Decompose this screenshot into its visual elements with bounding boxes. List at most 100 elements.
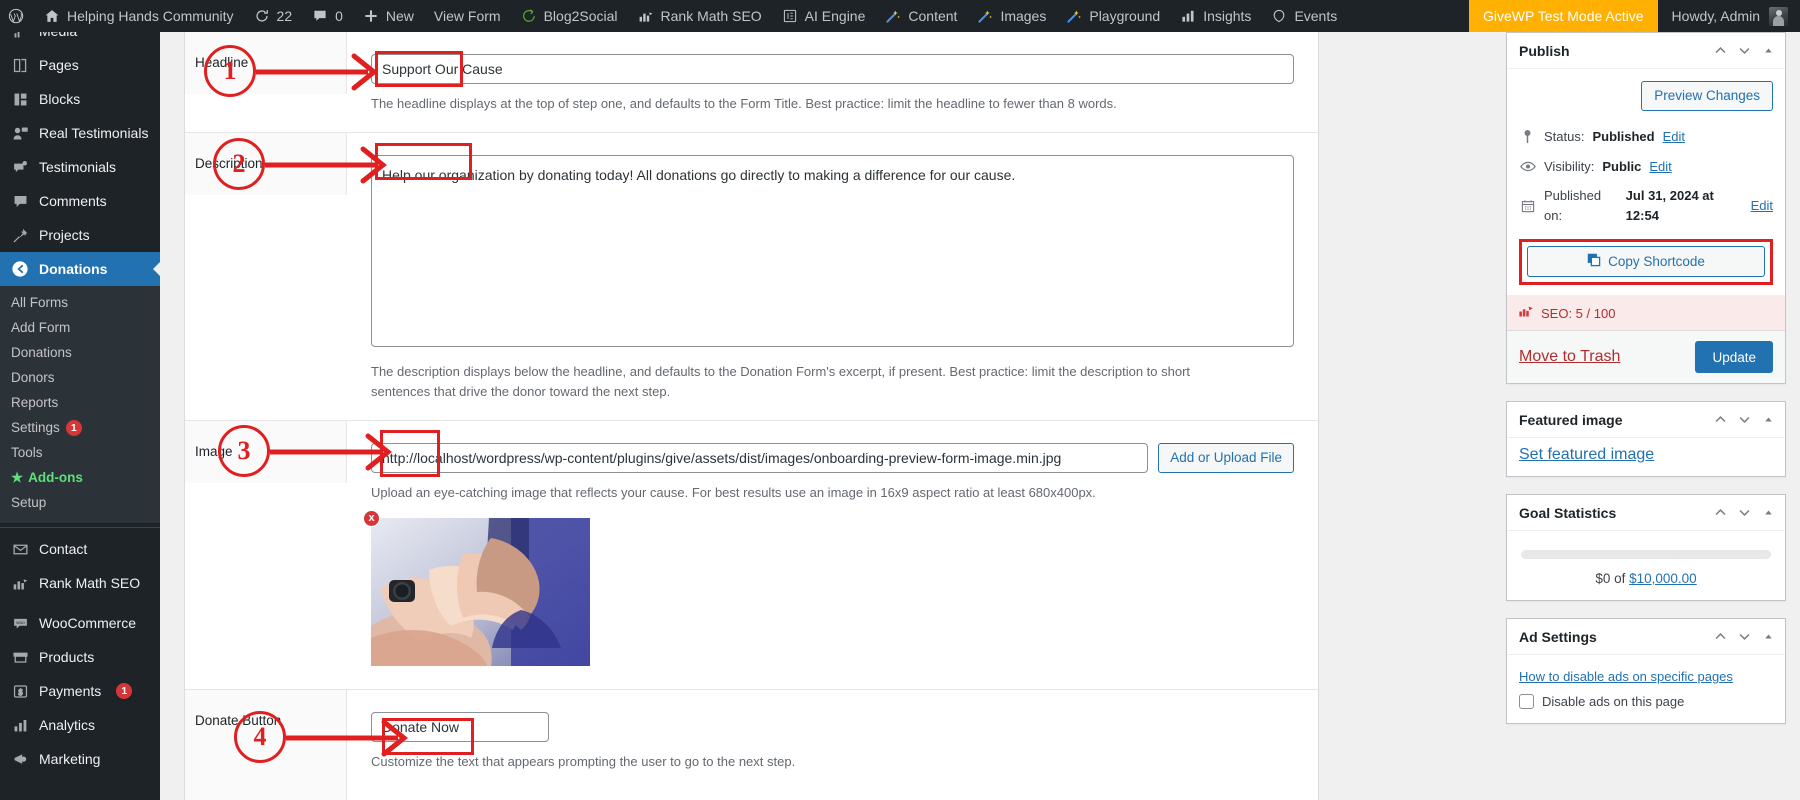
magic-wand-icon bbox=[1066, 8, 1082, 24]
image-url-input[interactable] bbox=[371, 443, 1149, 474]
sidebar-item-media[interactable]: Media bbox=[0, 32, 160, 48]
update-button[interactable]: Update bbox=[1695, 341, 1773, 373]
published-on-row: Published on: Jul 31, 2024 at 12:54 Edit bbox=[1519, 181, 1773, 230]
sidebar-item-testimonials[interactable]: Testimonials bbox=[0, 150, 160, 184]
comments-count: 0 bbox=[335, 8, 343, 24]
rank-math-menu[interactable]: Rank Math SEO bbox=[628, 0, 772, 32]
published-edit-link[interactable]: Edit bbox=[1751, 196, 1773, 216]
status-edit-link[interactable]: Edit bbox=[1663, 127, 1685, 147]
sidebar-item-woocommerce[interactable]: woo WooCommerce bbox=[0, 606, 160, 640]
payments-badge: 1 bbox=[116, 683, 133, 699]
toggle-panel-icon[interactable] bbox=[1762, 413, 1775, 426]
field-row-description: Description The description displays bel… bbox=[185, 133, 1318, 422]
submenu-item-add-form[interactable]: Add Form bbox=[0, 315, 160, 340]
content-menu[interactable]: Content bbox=[875, 0, 967, 32]
images-menu[interactable]: Images bbox=[967, 0, 1056, 32]
move-up-icon[interactable] bbox=[1714, 413, 1727, 426]
goal-statistics-title: Goal Statistics bbox=[1519, 504, 1617, 521]
description-help-text: The description displays below the headl… bbox=[371, 364, 1191, 400]
sidebar-item-analytics[interactable]: Analytics bbox=[0, 708, 160, 742]
set-featured-image-link[interactable]: Set featured image bbox=[1519, 446, 1654, 463]
magic-wand-icon bbox=[977, 8, 993, 24]
move-down-icon[interactable] bbox=[1738, 44, 1751, 57]
image-label: Image bbox=[195, 444, 233, 460]
donate-button-text-input[interactable] bbox=[371, 711, 549, 742]
donate-button-label: Donate Button bbox=[195, 712, 282, 728]
submenu-item-setup[interactable]: Setup bbox=[0, 490, 160, 515]
image-help-text: Upload an eye-catching image that reflec… bbox=[371, 485, 1096, 501]
sidebar-item-rank-math-seo[interactable]: Rank Math SEO bbox=[0, 566, 160, 600]
move-up-icon[interactable] bbox=[1714, 506, 1727, 519]
sidebar-item-marketing[interactable]: Marketing bbox=[0, 742, 160, 776]
givewp-test-mode-badge[interactable]: GiveWP Test Mode Active bbox=[1468, 0, 1658, 32]
preview-changes-button[interactable]: Preview Changes bbox=[1641, 81, 1773, 111]
submenu-item-donations[interactable]: Donations bbox=[0, 340, 160, 365]
wordpress-logo-menu[interactable] bbox=[0, 0, 34, 32]
site-name-menu[interactable]: Helping Hands Community bbox=[34, 0, 244, 32]
donate-button-help-text: Customize the text that appears promptin… bbox=[371, 753, 796, 769]
disable-ads-help-link[interactable]: How to disable ads on specific pages bbox=[1519, 665, 1773, 694]
featured-image-body: Set featured image bbox=[1507, 438, 1785, 476]
headline-input[interactable] bbox=[371, 54, 1294, 84]
events-menu[interactable]: Events bbox=[1261, 0, 1347, 32]
sidebar-item-products[interactable]: Products bbox=[0, 640, 160, 674]
published-value: Jul 31, 2024 at 12:54 bbox=[1625, 188, 1714, 223]
sidebar-item-contact[interactable]: Contact bbox=[0, 532, 160, 566]
blog2social-menu[interactable]: Blog2Social bbox=[511, 0, 628, 32]
sidebar-item-payments[interactable]: $ Payments 1 bbox=[0, 674, 160, 708]
sidebar-item-real-testimonials[interactable]: Real Testimonials bbox=[0, 116, 160, 150]
form-settings-panel: Headline The headline displays at the to… bbox=[184, 32, 1319, 800]
envelope-icon bbox=[10, 539, 30, 559]
submenu-item-addons[interactable]: ★ Add-ons bbox=[0, 465, 160, 490]
add-or-upload-file-button[interactable]: Add or Upload File bbox=[1158, 443, 1294, 474]
goal-target[interactable]: $10,000.00 bbox=[1629, 571, 1697, 586]
sidebar-label: Blocks bbox=[39, 91, 81, 107]
ai-engine-menu[interactable]: AI Engine bbox=[772, 0, 876, 32]
move-to-trash-link[interactable]: Move to Trash bbox=[1519, 348, 1620, 366]
goal-statistics-box: Goal Statistics $0 of $10,000.00 bbox=[1506, 494, 1786, 601]
sidebar-item-blocks[interactable]: Blocks bbox=[0, 82, 160, 116]
insights-menu[interactable]: Insights bbox=[1170, 0, 1261, 32]
sidebar-item-comments[interactable]: Comments bbox=[0, 184, 160, 218]
sidebar-item-pages[interactable]: Pages bbox=[0, 48, 160, 82]
featured-image-title: Featured image bbox=[1519, 411, 1623, 428]
toggle-panel-icon[interactable] bbox=[1762, 630, 1775, 643]
submenu-item-settings[interactable]: Settings 1 bbox=[0, 415, 160, 440]
goal-amount-row: $0 of $10,000.00 bbox=[1519, 571, 1773, 590]
move-up-icon[interactable] bbox=[1714, 630, 1727, 643]
plus-icon bbox=[363, 8, 379, 24]
pin-icon bbox=[1519, 129, 1536, 144]
publish-box-controls bbox=[1714, 44, 1775, 57]
comments-menu[interactable]: 0 bbox=[302, 0, 353, 32]
remove-image-icon[interactable]: x bbox=[363, 509, 380, 527]
submenu-item-tools[interactable]: Tools bbox=[0, 440, 160, 465]
toggle-panel-icon[interactable] bbox=[1762, 44, 1775, 57]
submenu-item-reports[interactable]: Reports bbox=[0, 390, 160, 415]
move-down-icon[interactable] bbox=[1738, 413, 1751, 426]
description-textarea[interactable] bbox=[371, 155, 1294, 348]
sidebar-item-projects[interactable]: Projects bbox=[0, 218, 160, 252]
new-content-menu[interactable]: New bbox=[353, 0, 424, 32]
move-up-icon[interactable] bbox=[1714, 44, 1727, 57]
playground-menu[interactable]: Playground bbox=[1056, 0, 1170, 32]
view-form-menu[interactable]: View Form bbox=[424, 0, 511, 32]
toggle-panel-icon[interactable] bbox=[1762, 506, 1775, 519]
goal-raised: $0 of bbox=[1595, 571, 1626, 586]
submenu-item-donors[interactable]: Donors bbox=[0, 365, 160, 390]
ad-settings-body: How to disable ads on specific pages Dis… bbox=[1507, 655, 1785, 723]
submenu-label: Tools bbox=[11, 445, 43, 460]
move-down-icon[interactable] bbox=[1738, 506, 1751, 519]
donations-submenu: All Forms Add Form Donations Donors Repo… bbox=[0, 286, 160, 523]
home-icon bbox=[44, 8, 60, 24]
updates-menu[interactable]: 22 bbox=[244, 0, 303, 32]
copy-shortcode-button[interactable]: Copy Shortcode bbox=[1527, 246, 1765, 277]
submenu-item-all-forms[interactable]: All Forms bbox=[0, 290, 160, 315]
status-row: Status: Published Edit bbox=[1519, 122, 1773, 152]
disable-ads-checkbox-row[interactable]: Disable ads on this page bbox=[1519, 694, 1773, 713]
blog2social-icon bbox=[521, 8, 537, 24]
disable-ads-checkbox[interactable] bbox=[1519, 694, 1534, 709]
howdy-menu[interactable]: Howdy, Admin bbox=[1658, 0, 1800, 32]
sidebar-item-donations[interactable]: Donations bbox=[0, 252, 160, 286]
move-down-icon[interactable] bbox=[1738, 630, 1751, 643]
visibility-edit-link[interactable]: Edit bbox=[1649, 157, 1671, 177]
